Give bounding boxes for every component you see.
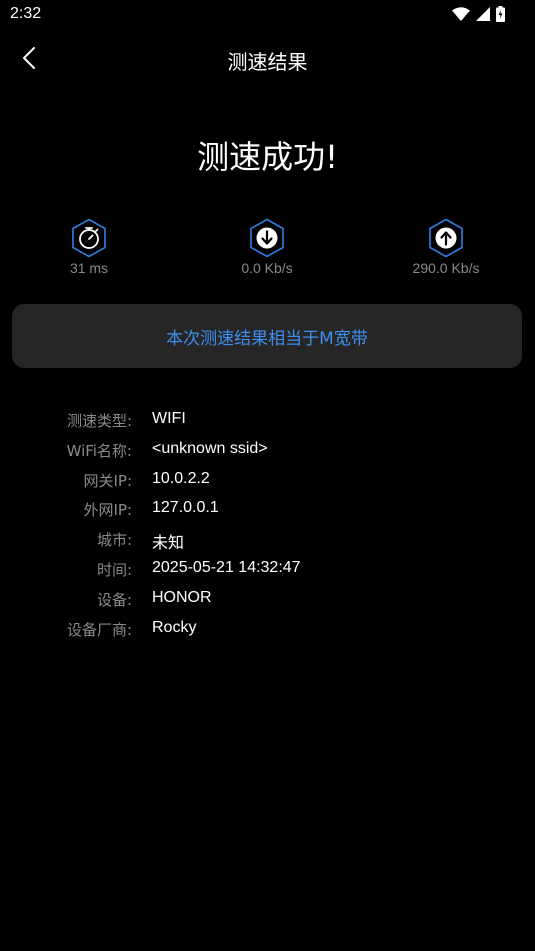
info-value: 127.0.0.1 — [152, 499, 219, 517]
stopwatch-icon — [72, 218, 106, 258]
battery-icon — [496, 6, 505, 22]
info-row-device: 设备: HONOR — [0, 585, 535, 615]
status-icons — [452, 6, 505, 22]
info-row-time: 时间: 2025-05-21 14:32:47 — [0, 555, 535, 585]
download-metric: 0.0 Kb/s — [197, 218, 337, 276]
info-value: 10.0.2.2 — [152, 469, 210, 487]
info-value: <unknown ssid> — [152, 439, 268, 457]
info-row-test-type: 测速类型: WIFI — [0, 406, 535, 436]
cell-signal-icon — [476, 7, 490, 21]
app-bar: 测速结果 — [0, 36, 535, 80]
info-label: 测速类型: — [66, 412, 132, 430]
info-label: 设备: — [96, 590, 132, 609]
info-row-external-ip: 外网IP: 127.0.0.1 — [0, 495, 535, 525]
info-label: 时间: — [96, 560, 132, 579]
download-value: 0.0 Kb/s — [241, 260, 293, 276]
result-heading: 测速成功! — [197, 138, 338, 176]
bandwidth-result-text: 本次测速结果相当于M宽带 — [166, 328, 368, 349]
status-time: 2:32 — [10, 5, 42, 22]
download-arrow-icon — [250, 218, 284, 258]
ping-metric: 31 ms — [19, 218, 159, 276]
upload-arrow-icon — [429, 218, 463, 258]
info-row-city: 城市: 未知 — [0, 525, 535, 555]
info-list: 测速类型: WIFI WiFi名称: <unknown ssid> 网关IP: … — [0, 406, 535, 644]
info-value: Rocky — [152, 618, 197, 636]
ping-value: 31 ms — [69, 260, 109, 276]
info-label: 网关IP: — [83, 471, 132, 490]
upload-value: 290.0 Kb/s — [412, 260, 480, 276]
info-row-manufacturer: 设备厂商: Rocky — [0, 615, 535, 645]
info-label: 设备厂商: — [66, 620, 132, 639]
page-title: 测速结果 — [227, 50, 308, 74]
info-row-wifi-name: WiFi名称: <unknown ssid> — [0, 436, 535, 466]
info-value: HONOR — [152, 588, 212, 606]
upload-metric: 290.0 Kb/s — [376, 218, 516, 276]
info-label: 外网IP: — [83, 501, 132, 520]
info-label: 城市: — [96, 531, 132, 550]
info-value: WIFI — [152, 410, 186, 427]
info-value: 2025-05-21 14:32:47 — [152, 558, 301, 576]
wifi-icon — [452, 7, 470, 21]
info-row-gateway-ip: 网关IP: 10.0.2.2 — [0, 466, 535, 496]
info-value: 未知 — [152, 535, 185, 553]
bandwidth-result-card: 本次测速结果相当于M宽带 — [12, 304, 522, 368]
info-label: WiFi名称: — [66, 441, 132, 460]
status-bar: 2:32 — [0, 0, 535, 30]
